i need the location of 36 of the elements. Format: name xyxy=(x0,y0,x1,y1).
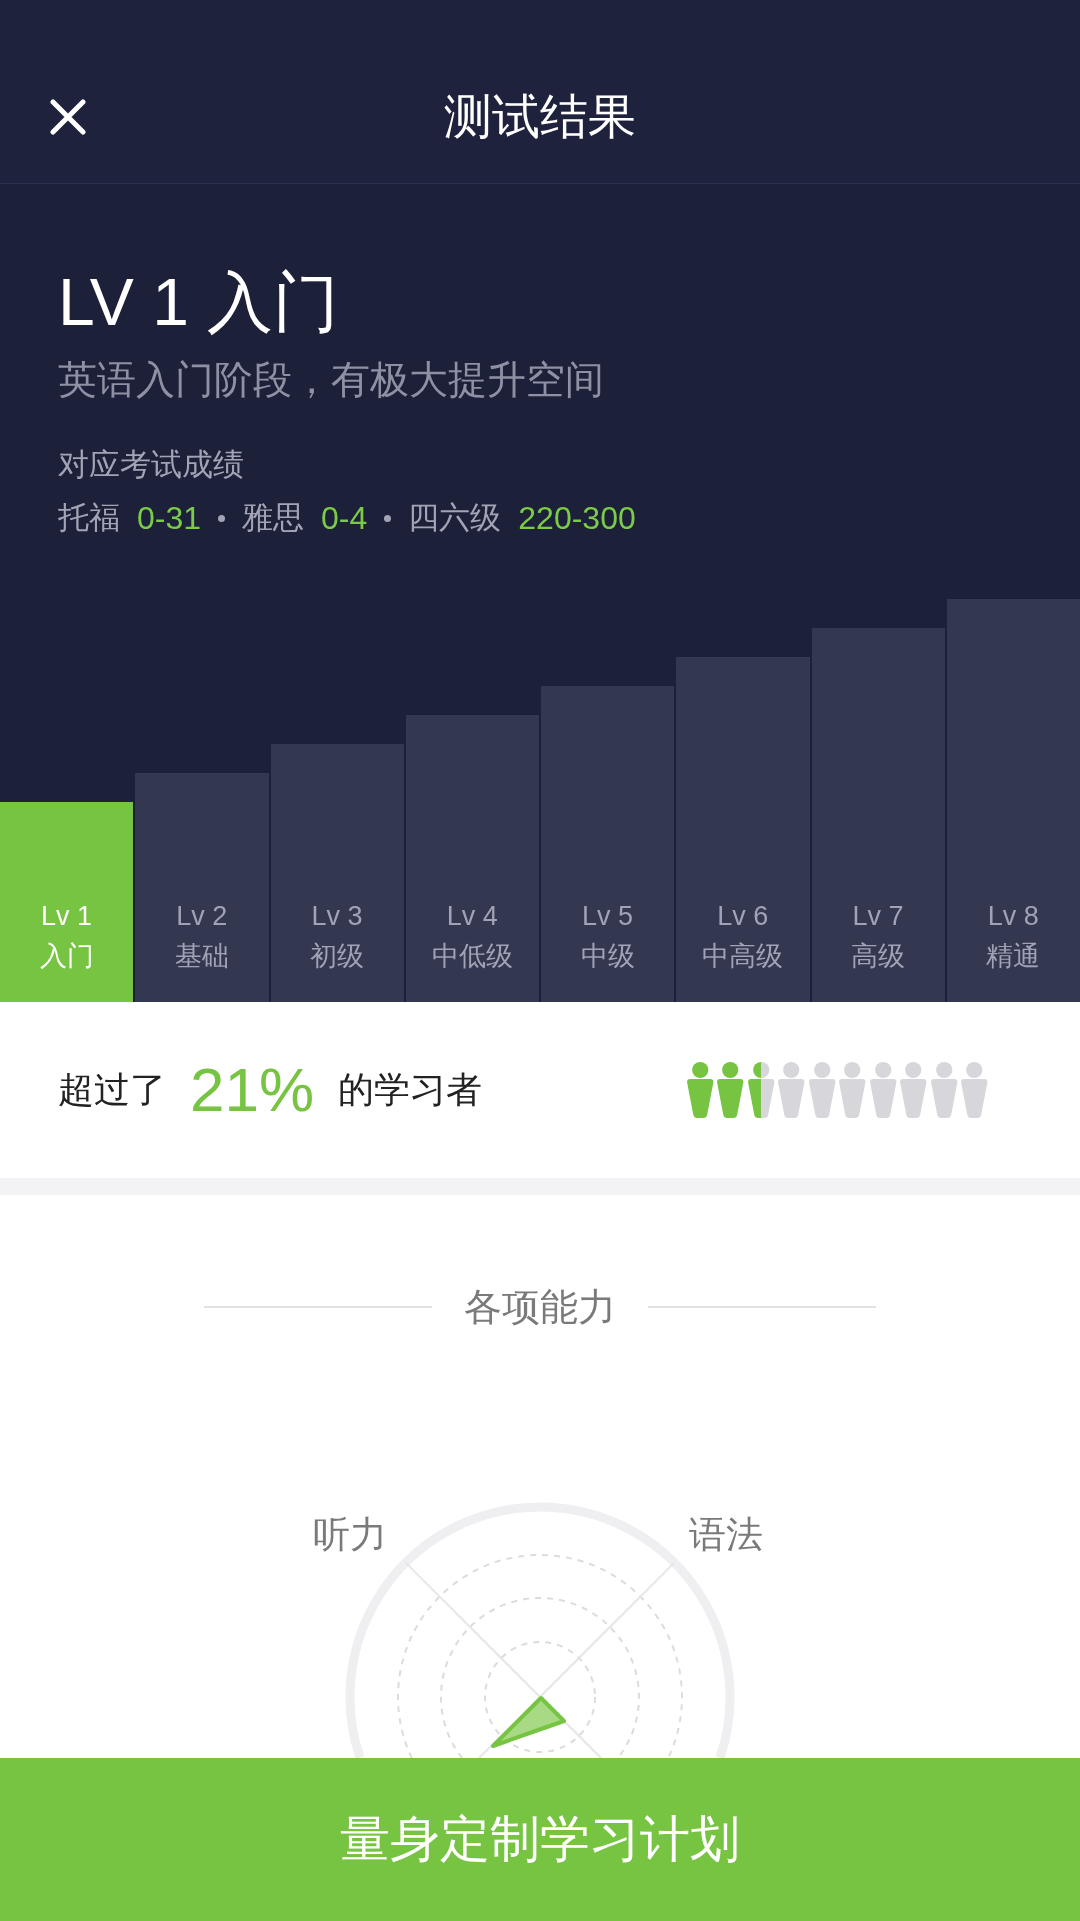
level-name: 中级 xyxy=(580,940,635,973)
level-label: Lv 1 xyxy=(41,900,93,933)
level-label: Lv 5 xyxy=(582,900,634,933)
section-title: 各项能力 xyxy=(464,1285,616,1330)
close-icon xyxy=(50,98,86,135)
axis-label: 听力 xyxy=(313,1513,387,1557)
separator-dot-icon xyxy=(218,514,226,522)
level-label: Lv 3 xyxy=(311,900,363,933)
exam-score: 0-31 xyxy=(137,499,202,538)
level-name: 精通 xyxy=(986,940,1041,973)
level-name: 基础 xyxy=(174,940,229,973)
plan-button[interactable]: 量身定制学习计划 xyxy=(0,1758,1080,1921)
level-label: Lv 6 xyxy=(717,900,769,933)
level-name: 中低级 xyxy=(431,940,513,973)
level-name: 初级 xyxy=(310,940,365,973)
level-name: 入门 xyxy=(39,940,94,973)
level-name: 中高级 xyxy=(702,940,784,973)
level-label: Lv 4 xyxy=(446,900,498,933)
exam-name: 四六级 xyxy=(408,499,502,537)
page-title: 测试结果 xyxy=(444,88,636,145)
exam-heading: 对应考试成绩 xyxy=(58,446,244,484)
percentile-suffix: 的学习者 xyxy=(338,1067,483,1112)
level-name: 高级 xyxy=(851,940,906,973)
exam-score: 220-300 xyxy=(518,499,636,538)
percentile-prefix: 超过了 xyxy=(58,1067,166,1112)
percentile-value: 21% xyxy=(190,1059,315,1121)
level-label: Lv 8 xyxy=(987,900,1039,933)
level-label: Lv 7 xyxy=(852,900,904,933)
level-label: Lv 2 xyxy=(176,900,228,933)
exam-score: 0-4 xyxy=(321,499,368,538)
exam-name: 雅思 xyxy=(242,499,305,537)
level-description: 英语入门阶段，有极大提升空间 xyxy=(58,357,604,403)
separator-dot-icon xyxy=(384,514,392,522)
axis-label: 语法 xyxy=(689,1513,763,1557)
exam-name: 托福 xyxy=(58,499,120,537)
level-title: LV 1 入门 xyxy=(58,264,340,340)
